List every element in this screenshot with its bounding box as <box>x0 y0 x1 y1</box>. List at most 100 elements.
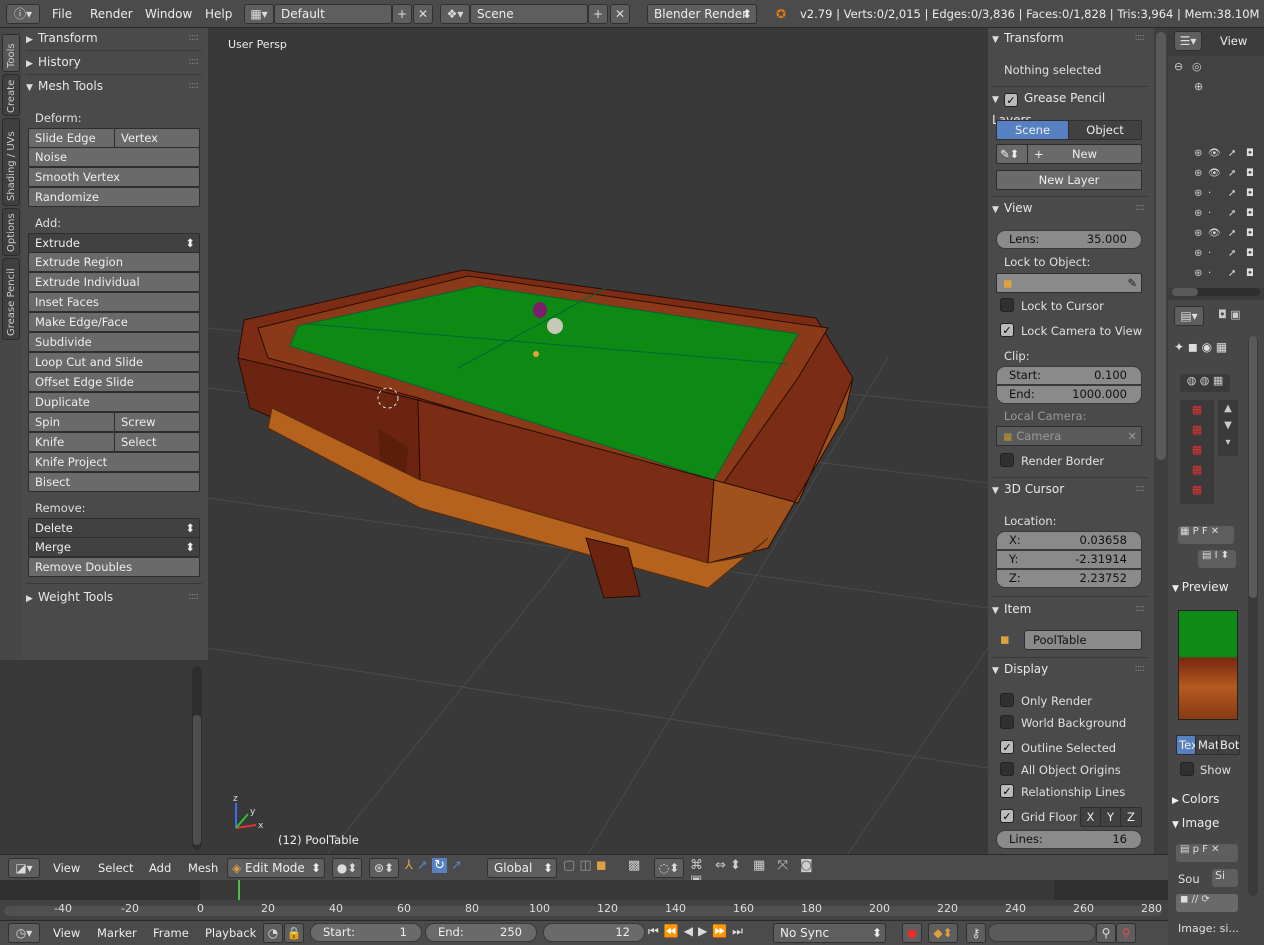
clip-start-field[interactable]: Start: 0.100 <box>996 366 1142 385</box>
render-camera-icons[interactable]: ◘ ◘ ◘ ◘ ◘ ◘ ◘ <box>1246 144 1254 284</box>
tab-grease-pencil[interactable]: Grease Pencil <box>2 258 20 340</box>
properties-scroll-thumb[interactable] <box>1156 32 1166 460</box>
menu-file[interactable]: File <box>52 4 72 24</box>
scene-add-icon[interactable]: + <box>588 4 608 24</box>
keying-set-field[interactable] <box>988 923 1096 942</box>
menu-render[interactable]: Render <box>90 4 133 24</box>
all-origins-checkbox[interactable] <box>1000 762 1014 776</box>
duplicate-button[interactable]: Duplicate <box>28 392 200 412</box>
inset-faces-button[interactable]: Inset Faces <box>28 292 200 312</box>
mode-select[interactable]: ◈ Edit Mode ⬍ <box>227 858 325 878</box>
lock-range-icon[interactable]: 🔒 <box>284 923 304 943</box>
item-panel-header[interactable]: ▼ Item:::: <box>992 599 1148 619</box>
tex-preview-button[interactable]: Tex <box>1176 735 1198 755</box>
image-header[interactable]: ▼ Image <box>1172 816 1219 830</box>
knife-select-button[interactable]: Select <box>114 432 200 452</box>
mesh-menu[interactable]: Mesh <box>188 858 218 878</box>
screw-button[interactable]: Screw <box>114 412 200 432</box>
world-background-checkbox[interactable] <box>1000 715 1014 729</box>
scene-tab-button[interactable]: Scene <box>996 120 1069 140</box>
vertex-button[interactable]: Vertex <box>114 128 200 148</box>
scene-field[interactable]: Scene <box>470 4 588 24</box>
knife-project-button[interactable]: Knife Project <box>28 452 200 472</box>
clip-end-field[interactable]: End: 1000.000 <box>996 385 1142 404</box>
offset-edge-button[interactable]: Offset Edge Slide <box>28 372 200 392</box>
outline-selected-checkbox[interactable]: ✓ <box>1000 740 1014 754</box>
source-select[interactable]: Si <box>1212 869 1238 887</box>
record-icon[interactable]: ● <box>902 923 922 943</box>
visibility-icons[interactable]: 👁 👁 · · 👁 · · <box>1208 144 1221 284</box>
scene-icon[interactable]: ❖▾ <box>440 4 470 24</box>
menu-window[interactable]: Window <box>145 4 192 24</box>
end-frame-field[interactable]: End: 250 <box>425 923 537 942</box>
weight-tools-panel-header[interactable]: ▶ Weight Tools:::: <box>26 587 202 607</box>
extrude-select[interactable]: Extrude ⬍ <box>28 233 200 253</box>
extrude-region-button[interactable]: Extrude Region <box>28 252 200 272</box>
pivot-point-icon[interactable]: ⊛⬍ <box>369 858 399 878</box>
view-panel-header[interactable]: ▼ View:::: <box>992 198 1148 218</box>
show-alpha-checkbox[interactable] <box>1180 762 1194 776</box>
current-frame-field[interactable]: 12 <box>543 923 645 942</box>
3d-cursor-header[interactable]: ▼ 3D Cursor:::: <box>992 479 1148 499</box>
cursor-x-field[interactable]: X: 0.03658 <box>996 531 1142 550</box>
history-panel-header[interactable]: ▶ History:::: <box>26 52 202 72</box>
tab-tools[interactable]: Tools <box>2 34 20 72</box>
tab-create[interactable]: Create <box>2 74 20 116</box>
timeline-scrollbar[interactable] <box>4 906 1162 916</box>
context-icons[interactable]: ✦ ◼ ◉ ▦ <box>1174 340 1227 354</box>
only-render-checkbox[interactable] <box>1000 693 1014 707</box>
delete-select[interactable]: Delete ⬍ <box>28 518 200 538</box>
merge-select[interactable]: Merge ⬍ <box>28 537 200 557</box>
layout-icon[interactable]: ▦▾ <box>244 4 274 24</box>
marker-menu[interactable]: Marker <box>97 923 137 943</box>
knife-button[interactable]: Knife <box>28 432 115 452</box>
lens-field[interactable]: Lens: 35.000 <box>996 230 1142 249</box>
scene-close-icon[interactable]: ✕ <box>610 4 630 24</box>
pencil-icon[interactable]: ✎⬍ <box>996 144 1028 164</box>
transform-panel-header[interactable]: ▶ Transform:::: <box>26 28 202 48</box>
texture-slot-list[interactable]: ▦ ▦ ▦ ▦ ▦ <box>1180 400 1214 504</box>
frame-menu[interactable]: Frame <box>153 923 189 943</box>
make-edge-face-button[interactable]: Make Edge/Face <box>28 312 200 332</box>
texture-datablock-field[interactable]: ▦ P F ✕ <box>1178 526 1234 544</box>
grid-z-toggle[interactable]: Z <box>1120 807 1142 827</box>
layout-add-icon[interactable]: + <box>392 4 412 24</box>
delete-keyframe-icon[interactable]: ⚲ <box>1116 923 1136 943</box>
layout-field[interactable]: Default <box>274 4 392 24</box>
tab-shading-uvs[interactable]: Shading / UVs <box>2 118 20 206</box>
keying-set-icon[interactable]: ⚷ <box>966 923 986 943</box>
timeline-area[interactable] <box>0 880 1168 920</box>
insert-keyframe-icon[interactable]: ⚲ <box>1096 923 1116 943</box>
outliner-expand-icons[interactable]: ⊕ ⊕ ⊕ ⊕ ⊕ ⊕ ⊕ <box>1194 144 1202 284</box>
display-panel-header[interactable]: ▼ Display:::: <box>992 659 1148 679</box>
render-border-checkbox[interactable] <box>1000 453 1014 467</box>
cursor-z-field[interactable]: Z: 2.23752 <box>996 569 1142 588</box>
preview-header[interactable]: ▼ Preview <box>1172 580 1229 594</box>
texture-type-select[interactable]: ▤ I ⬍ <box>1198 550 1236 568</box>
bot-preview-button[interactable]: Bot <box>1218 735 1240 755</box>
timeline-editor-icon[interactable]: ◷▾ <box>8 923 40 943</box>
manipulator-icons[interactable]: ⅄ ➚ ↻ ➚ <box>405 858 485 878</box>
tab-options[interactable]: Options <box>2 208 20 256</box>
select-menu[interactable]: Select <box>98 858 133 878</box>
view-menu[interactable]: View <box>53 858 80 878</box>
remove-doubles-button[interactable]: Remove Doubles <box>28 557 200 577</box>
preview-range-icon[interactable]: ◔ <box>263 923 283 943</box>
properties-editor-scrollbar[interactable] <box>1248 336 1258 896</box>
proportional-edit-icon[interactable]: ◌⬍ <box>654 858 684 878</box>
relationship-lines-checkbox[interactable]: ✓ <box>1000 784 1014 798</box>
select-mode-icons[interactable]: ▢ ◫ ◼ <box>563 858 623 878</box>
eyedropper-icon[interactable]: ✎ <box>1127 274 1137 292</box>
spin-button[interactable]: Spin <box>28 412 115 432</box>
new-layer-button[interactable]: New Layer <box>996 170 1142 190</box>
object-tab-button[interactable]: Object <box>1068 120 1142 140</box>
collapse-icon[interactable]: ⊖ <box>1174 60 1183 73</box>
outliner-hscroll[interactable] <box>1172 288 1260 296</box>
shading-mode-icon[interactable]: ●⬍ <box>332 858 362 878</box>
current-frame-marker[interactable] <box>238 880 240 902</box>
lock-object-field[interactable]: ◼ ✎ <box>996 273 1142 293</box>
local-camera-field[interactable]: ◼ Camera ✕ <box>996 426 1142 446</box>
loop-cut-button[interactable]: Loop Cut and Slide <box>28 352 200 372</box>
lock-cursor-checkbox[interactable] <box>1000 298 1014 312</box>
snap-and-render-icons[interactable]: ⌘ ⇔⬍ ▦ ⤧ ◙ ▣ <box>690 858 830 888</box>
